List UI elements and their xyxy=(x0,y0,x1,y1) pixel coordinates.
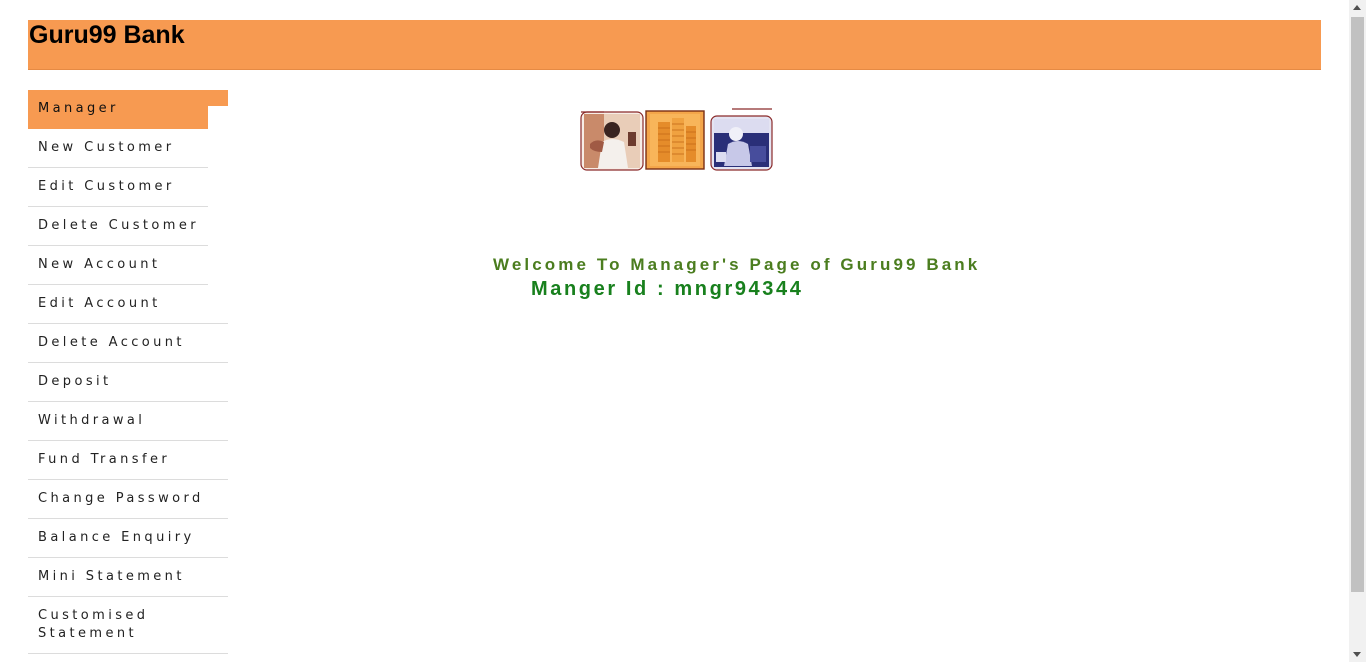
welcome-heading: Welcome To Manager's Page of Guru99 Bank xyxy=(493,255,981,274)
sidebar-menu: Manager New Customer Edit Customer Delet… xyxy=(28,90,228,654)
menu-item-change-password[interactable]: Change Password xyxy=(28,480,228,519)
scroll-up-arrow-icon[interactable] xyxy=(1353,5,1361,10)
site-title: Guru99 Bank xyxy=(29,21,185,49)
manager-id-text: Manger Id : mngr94344 xyxy=(531,278,804,300)
vertical-scrollbar[interactable] xyxy=(1349,0,1366,662)
menu-item-manager[interactable]: Manager xyxy=(28,90,208,129)
menu-item-fund-transfer[interactable]: Fund Transfer xyxy=(28,441,228,480)
menu-item-mini-statement[interactable]: Mini Statement xyxy=(28,558,228,597)
menu-item-delete-customer[interactable]: Delete Customer xyxy=(28,207,208,246)
menu-item-balance-enquiry[interactable]: Balance Enquiry xyxy=(28,519,228,558)
site-header: Guru99 Bank xyxy=(28,20,1321,70)
scroll-down-arrow-icon[interactable] xyxy=(1353,652,1361,657)
menu-item-delete-account[interactable]: Delete Account xyxy=(28,324,228,363)
banner-photo-office xyxy=(710,108,773,171)
bank-banner-image xyxy=(580,108,774,172)
menu-item-deposit[interactable]: Deposit xyxy=(28,363,228,402)
page: Guru99 Bank Manager New Customer Edit Cu… xyxy=(0,0,1349,662)
menu-item-customised-statement[interactable]: Customised Statement xyxy=(28,597,228,654)
menu-item-edit-customer[interactable]: Edit Customer xyxy=(28,168,208,207)
menu-item-new-account[interactable]: New Account xyxy=(28,246,208,285)
menu-item-withdrawal[interactable]: Withdrawal xyxy=(28,402,228,441)
banner-photo-coins xyxy=(645,110,705,170)
menu-item-edit-account[interactable]: Edit Account xyxy=(28,285,228,324)
banner-photo-phone xyxy=(580,111,644,171)
scrollbar-thumb[interactable] xyxy=(1351,17,1364,592)
menu-item-new-customer[interactable]: New Customer xyxy=(28,129,208,168)
